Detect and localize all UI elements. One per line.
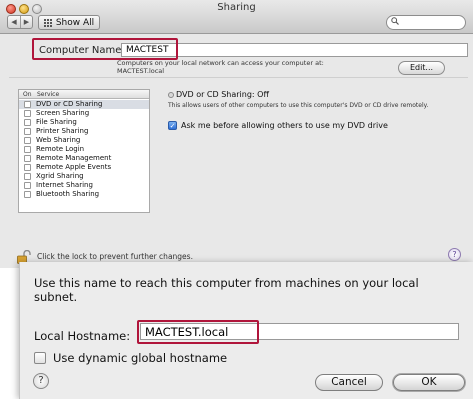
service-description: This allows users of other computers to … <box>168 102 429 109</box>
service-label: Screen Sharing <box>36 109 90 117</box>
hostname-highlight <box>137 320 259 344</box>
service-label: Bluetooth Sharing <box>36 190 100 198</box>
sheet-help-button[interactable]: ? <box>33 373 49 389</box>
service-row-remote-apple-events[interactable]: Remote Apple Events <box>19 163 149 172</box>
service-checkbox[interactable] <box>24 182 31 189</box>
service-checkbox[interactable] <box>24 137 31 144</box>
lock-text: Click the lock to prevent further change… <box>37 252 193 261</box>
dynamic-hostname-checkbox[interactable] <box>34 352 46 364</box>
local-hostname-label: Local Hostname: <box>34 329 131 343</box>
services-header: On Service <box>19 90 149 99</box>
ok-button[interactable]: OK <box>393 374 465 391</box>
grid-icon <box>43 18 52 27</box>
service-row-remote-login[interactable]: Remote Login <box>19 145 149 154</box>
service-checkbox[interactable] <box>24 119 31 126</box>
service-row-internet-sharing[interactable]: Internet Sharing <box>19 181 149 190</box>
service-checkbox[interactable] <box>24 101 31 108</box>
service-label: Remote Login <box>36 145 85 153</box>
search-field[interactable] <box>386 15 466 30</box>
service-row-printer-sharing[interactable]: Printer Sharing <box>19 127 149 136</box>
ask-before-allowing-label: Ask me before allowing others to use my … <box>181 121 388 130</box>
service-row-remote-management[interactable]: Remote Management <box>19 154 149 163</box>
service-status: DVD or CD Sharing: Off <box>176 90 269 99</box>
ask-before-allowing-checkbox[interactable]: ✓ <box>168 121 177 130</box>
window-title: Sharing <box>217 2 256 13</box>
service-detail-panel: DVD or CD Sharing: Off This allows users… <box>168 90 468 150</box>
hostname-sheet: Use this name to reach this computer fro… <box>19 262 473 399</box>
service-row-web-sharing[interactable]: Web Sharing <box>19 136 149 145</box>
title-bar: Sharing ◀ ▶ Show All <box>0 0 473 34</box>
service-row-bluetooth-sharing[interactable]: Bluetooth Sharing <box>19 190 149 199</box>
service-checkbox[interactable] <box>24 191 31 198</box>
dynamic-hostname-label: Use dynamic global hostname <box>53 351 228 365</box>
service-row-dvd-or-cd-sharing[interactable]: DVD or CD Sharing <box>19 100 149 109</box>
checkmark-icon: ✓ <box>169 122 176 130</box>
service-label: DVD or CD Sharing <box>36 100 103 108</box>
services-list: On Service DVD or CD Sharing Screen Shar… <box>18 89 150 213</box>
service-checkbox[interactable] <box>24 128 31 135</box>
service-row-xgrid-sharing[interactable]: Xgrid Sharing <box>19 172 149 181</box>
service-row-screen-sharing[interactable]: Screen Sharing <box>19 109 149 118</box>
edit-button[interactable]: Edit... <box>398 61 445 75</box>
service-label: Web Sharing <box>36 136 81 144</box>
service-label: Remote Management <box>36 154 112 162</box>
service-label: Internet Sharing <box>36 181 93 189</box>
show-all-label: Show All <box>55 17 95 28</box>
help-button[interactable]: ? <box>448 248 461 261</box>
service-checkbox[interactable] <box>24 173 31 180</box>
service-label: Remote Apple Events <box>36 163 112 171</box>
service-row-file-sharing[interactable]: File Sharing <box>19 118 149 127</box>
sharing-window: Sharing ◀ ▶ Show All Computer Name: Comp… <box>0 0 473 268</box>
sheet-instruction: Use this name to reach this computer fro… <box>34 276 419 304</box>
status-indicator <box>168 92 174 98</box>
service-label: Xgrid Sharing <box>36 172 84 180</box>
back-button[interactable]: ◀ <box>8 16 20 28</box>
forward-button[interactable]: ▶ <box>19 16 32 28</box>
service-checkbox[interactable] <box>24 146 31 153</box>
network-address-text: Computers on your local network can acce… <box>117 59 324 75</box>
service-label: Printer Sharing <box>36 127 89 135</box>
cancel-button[interactable]: Cancel <box>315 374 383 391</box>
service-checkbox[interactable] <box>24 155 31 162</box>
show-all-button[interactable]: Show All <box>38 15 100 30</box>
service-checkbox[interactable] <box>24 110 31 117</box>
back-forward-group: ◀ ▶ <box>7 15 33 29</box>
computer-name-highlight <box>32 38 178 60</box>
service-checkbox[interactable] <box>24 164 31 171</box>
search-icon <box>391 17 399 28</box>
header-service[interactable]: Service <box>37 90 59 99</box>
service-label: File Sharing <box>36 118 77 126</box>
header-on[interactable]: On <box>23 90 32 99</box>
